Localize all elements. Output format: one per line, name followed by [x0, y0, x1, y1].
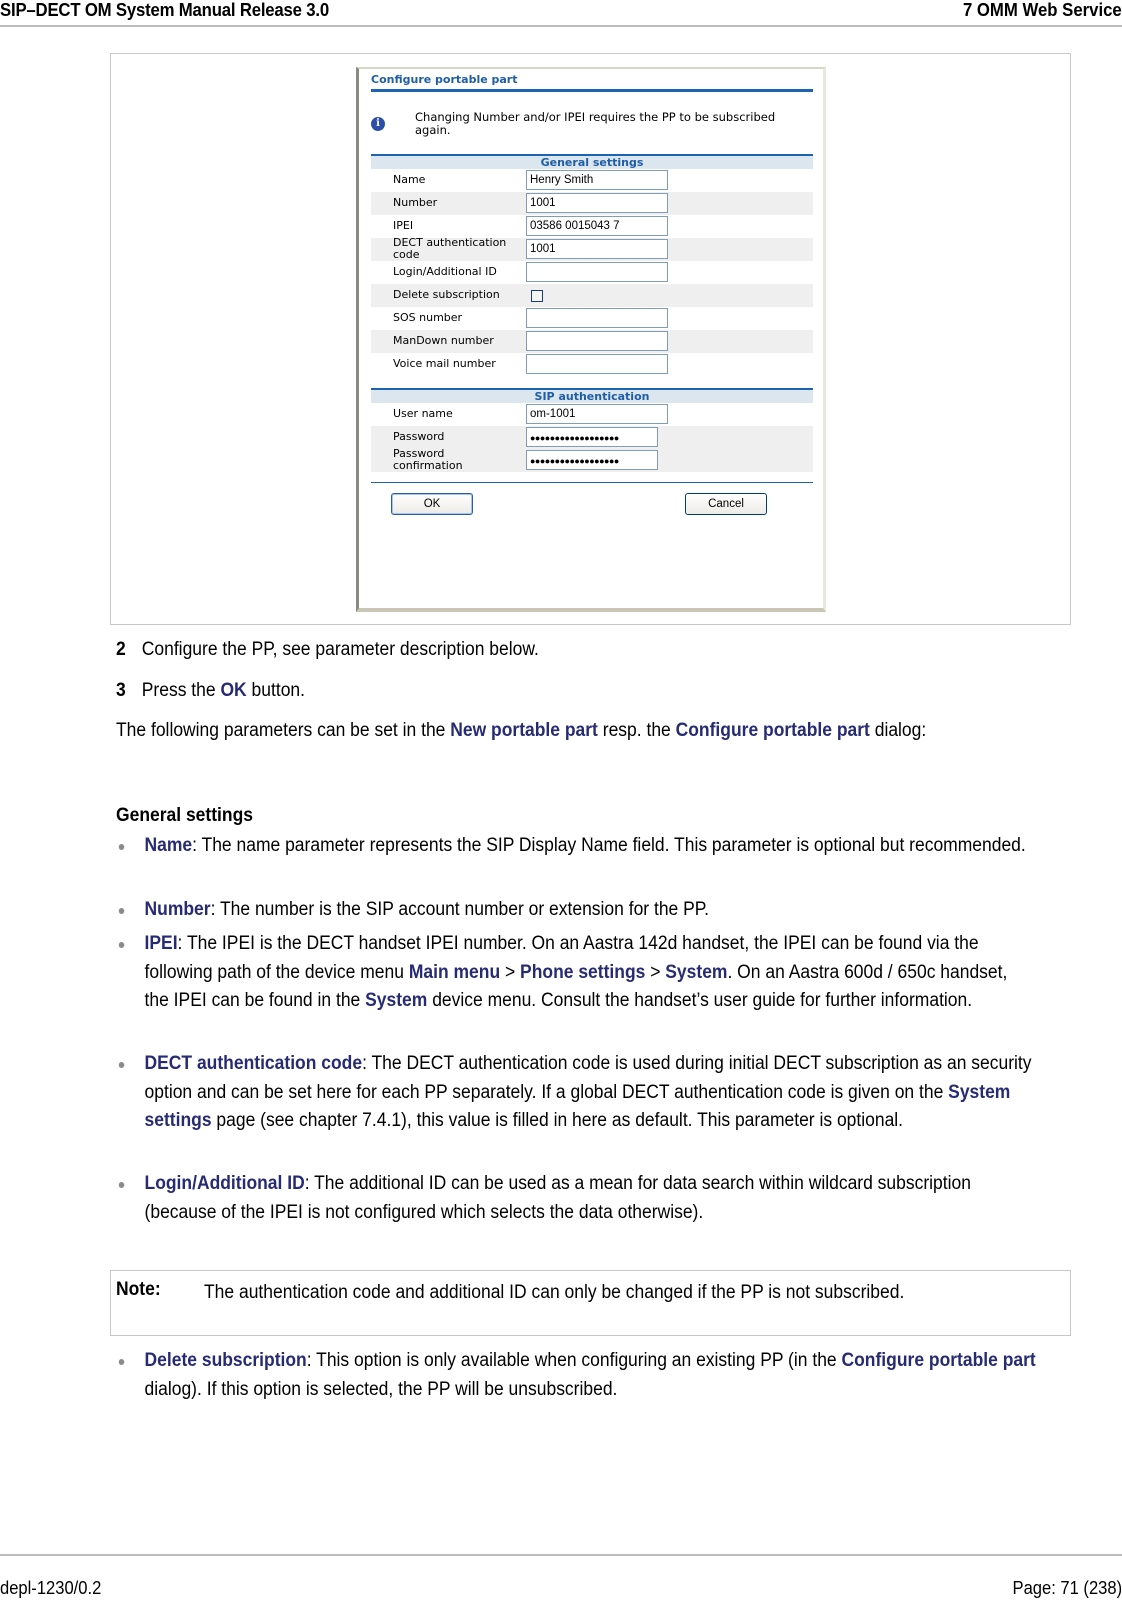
term: Login/Additional ID — [144, 1173, 305, 1194]
configure-portable-part-reference: Configure portable part — [841, 1350, 1036, 1371]
field-label: User name — [393, 407, 453, 420]
description: : The number is the SIP account number o… — [210, 899, 710, 920]
field-row-password-confirmation: Password confirmation ●●●●●●●●●●●●●●●●●● — [371, 447, 813, 472]
term: Delete subscription — [144, 1350, 307, 1371]
name-input[interactable]: Henry Smith — [526, 170, 668, 190]
field-label: Name — [393, 173, 426, 186]
step-3: 3 Press the OK button. — [116, 680, 305, 702]
header-divider — [0, 25, 1122, 27]
dect-auth-code-input[interactable]: 1001 — [526, 239, 668, 259]
field-row-ipei: IPEI 03586 0015043 7 — [371, 215, 813, 238]
step-text: Press the — [141, 680, 221, 701]
field-label: Delete subscription — [393, 288, 500, 301]
step-number: 3 — [116, 680, 126, 701]
ipei-input[interactable]: 03586 0015043 7 — [526, 216, 668, 236]
configure-portable-part-reference: Configure portable part — [675, 720, 870, 741]
term: IPEI — [144, 933, 178, 954]
field-label: IPEI — [393, 219, 414, 232]
step-number: 2 — [116, 639, 126, 660]
description: > — [500, 961, 521, 983]
dialog-title: Configure portable part — [371, 73, 518, 86]
step-text: Configure the PP, see parameter descript… — [141, 639, 539, 660]
document-id: depl-1230/0.2 — [0, 1578, 102, 1598]
field-row-login-additional-id: Login/Additional ID — [371, 261, 813, 284]
field-label: SOS number — [393, 311, 463, 324]
description: dialog). If this option is selected, the… — [144, 1378, 618, 1400]
intro-paragraph: The following parameters can be set in t… — [116, 717, 1045, 745]
step-2: 2 Configure the PP, see parameter descrip… — [116, 639, 539, 661]
password-input[interactable]: ●●●●●●●●●●●●●●●●●● — [526, 427, 658, 447]
user-name-input[interactable]: om-1001 — [526, 404, 668, 424]
configure-portable-part-dialog: Configure portable part i Changing Numbe… — [356, 67, 826, 612]
field-row-name: Name Henry Smith — [371, 169, 813, 192]
description: : This option is only available when con… — [306, 1350, 842, 1371]
note-label: Note: — [116, 1279, 161, 1300]
field-label: DECT authentication code — [393, 236, 507, 261]
info-message: Changing Number and/or IPEI requires the… — [415, 110, 776, 137]
section-header-general-settings: General settings — [371, 154, 813, 169]
text: The following parameters can be set in t… — [116, 720, 451, 741]
login-additional-id-input[interactable] — [526, 262, 668, 282]
field-label: ManDown number — [393, 334, 494, 347]
bullet-delete-subscription: Delete subscription: This option is only… — [116, 1347, 1036, 1404]
document-title: SIP–DECT OM System Manual Release 3.0 — [0, 0, 329, 20]
bullet-number: Number: The number is the SIP account nu… — [116, 896, 1036, 925]
text: dialog: — [869, 720, 927, 741]
description: page (see chapter 7.4.1), this value is … — [211, 1110, 904, 1131]
ok-button[interactable]: OK — [391, 493, 473, 515]
term: DECT authentication code — [144, 1053, 363, 1074]
term: Number — [144, 899, 211, 920]
description: > — [645, 961, 666, 983]
field-row-number: Number 1001 — [371, 192, 813, 215]
section-heading-general-settings: General settings — [116, 805, 253, 826]
system-reference: System — [665, 961, 728, 983]
field-row-user-name: User name om-1001 — [371, 403, 813, 426]
info-icon: i — [371, 117, 385, 131]
field-row-delete-subscription: Delete subscription — [371, 284, 813, 307]
buttons-divider — [371, 482, 813, 483]
new-portable-part-reference: New portable part — [450, 720, 598, 741]
page-number: Page: 71 (238) — [1012, 1578, 1122, 1598]
field-label: Login/Additional ID — [393, 265, 497, 278]
description: : The name parameter represents the SIP … — [192, 835, 1026, 856]
field-row-sos-number: SOS number — [371, 307, 813, 330]
main-menu-reference: Main menu — [408, 961, 501, 983]
field-row-dect-auth-code: DECT authentication code 1001 — [371, 236, 813, 261]
footer-divider — [0, 1554, 1122, 1556]
sos-number-input[interactable] — [526, 308, 668, 328]
field-row-mandown-number: ManDown number — [371, 330, 813, 353]
field-label: Password confirmation — [393, 447, 463, 472]
section-header-sip-authentication: SIP authentication — [371, 388, 813, 403]
note-text: The authentication code and additional I… — [204, 1282, 905, 1303]
field-row-voice-mail-number: Voice mail number — [371, 353, 813, 376]
dialog-title-divider — [371, 89, 813, 92]
step-text: button. — [246, 680, 306, 701]
voice-mail-number-input[interactable] — [526, 354, 668, 374]
description: device menu. Consult the handset’s user … — [427, 990, 973, 1011]
delete-subscription-checkbox[interactable] — [531, 290, 543, 302]
field-label: Number — [393, 196, 438, 209]
text: resp. the — [597, 720, 676, 741]
number-input[interactable]: 1001 — [526, 193, 668, 213]
field-row-password: Password ●●●●●●●●●●●●●●●●●● — [371, 426, 813, 449]
bullet-login-additional-id: Login/Additional ID: The additional ID c… — [116, 1170, 1036, 1227]
chapter-title: 7 OMM Web Service — [963, 0, 1122, 20]
mandown-number-input[interactable] — [526, 331, 668, 351]
bullet-dect-auth-code: DECT authentication code: The DECT authe… — [116, 1050, 1036, 1136]
system-reference: System — [365, 990, 428, 1011]
bullet-ipei: IPEI: The IPEI is the DECT handset IPEI … — [116, 930, 1036, 1016]
ok-reference: OK — [220, 680, 247, 701]
field-label: Voice mail number — [393, 357, 496, 370]
field-label: Password — [393, 430, 445, 443]
term: Name — [144, 835, 193, 856]
bullet-name: Name: The name parameter represents the … — [116, 832, 1036, 861]
cancel-button[interactable]: Cancel — [685, 493, 767, 515]
password-confirmation-input[interactable]: ●●●●●●●●●●●●●●●●●● — [526, 450, 658, 470]
phone-settings-reference: Phone settings — [520, 961, 646, 983]
